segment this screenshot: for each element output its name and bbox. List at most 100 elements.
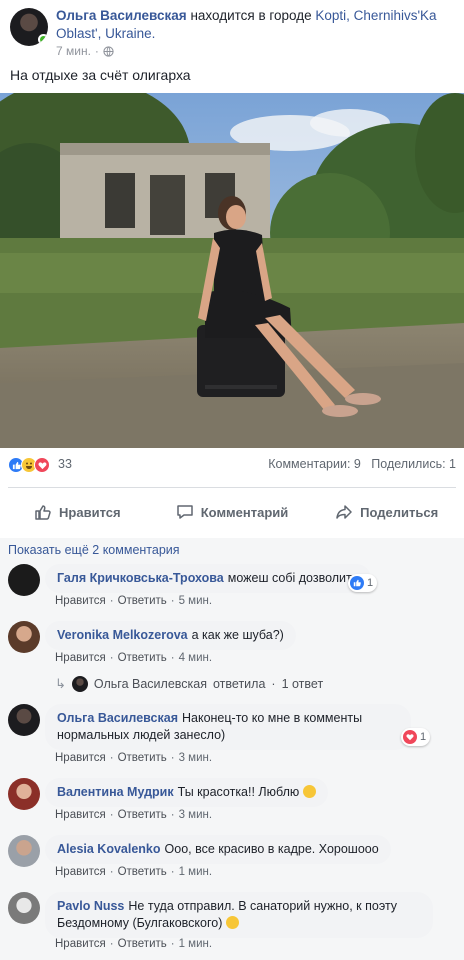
meta-separator: ·	[109, 752, 114, 764]
replies-summary[interactable]: ↳ Ольга Василевская ответила · 1 ответ	[55, 676, 323, 692]
meta-separator: ·	[170, 652, 175, 664]
meta-separator: ·	[109, 938, 114, 950]
share-button-label: Поделиться	[360, 504, 439, 520]
commenter-avatar[interactable]	[8, 835, 40, 867]
commenter-name[interactable]: Alesia Kovalenko	[57, 842, 161, 856]
comment-like-link[interactable]: Нравится	[55, 752, 106, 764]
commenter-avatar[interactable]	[8, 892, 40, 924]
comment-reactions[interactable]: 1	[401, 728, 431, 746]
reply-count: 1 ответ	[281, 677, 324, 691]
comment-meta: Нравится · Ответить · 5 мин.	[55, 595, 212, 607]
reactions-count[interactable]: 33	[58, 457, 72, 471]
comment-reaction-count: 1	[367, 577, 374, 589]
comment-reaction-count: 1	[420, 731, 427, 743]
comment-like-link[interactable]: Нравится	[55, 866, 106, 878]
commenter-name[interactable]: Валентина Мудрик	[57, 785, 174, 799]
commenter-avatar[interactable]	[8, 704, 40, 736]
comment-meta: Нравится · Ответить · 3 мин.	[55, 752, 212, 764]
comment-meta: Нравится · Ответить · 4 мин.	[55, 652, 212, 664]
commenter-name[interactable]: Ольга Василевская	[57, 711, 178, 725]
meta-separator: ·	[170, 595, 175, 607]
comment-like-link[interactable]: Нравится	[55, 652, 106, 664]
like-button-label: Нравится	[59, 504, 121, 520]
post-photo[interactable]	[0, 93, 464, 448]
comment-time[interactable]: 3 мин.	[179, 752, 212, 764]
comment-text: а как же шуба?)	[191, 628, 284, 642]
meta-separator: ·	[109, 595, 114, 607]
comment-bubble-icon	[176, 505, 193, 519]
smile-emoji-icon	[225, 916, 239, 929]
commenter-name[interactable]: Veronika Melkozerova	[57, 628, 188, 642]
kiss-emoji-icon	[302, 785, 316, 798]
comment-reply-link[interactable]: Ответить	[118, 809, 167, 821]
comment-button-label: Комментарий	[200, 504, 289, 520]
post-meta: 7 мин. ·	[56, 44, 114, 58]
meta-separator: ·	[109, 652, 114, 664]
reaction-summary[interactable]	[8, 457, 50, 473]
comment-bubble: Валентина Мудрик Ты красотка!! Люблю	[45, 778, 328, 807]
online-indicator	[38, 34, 48, 45]
comment-time[interactable]: 1 мин.	[179, 938, 212, 950]
comment-like-link[interactable]: Нравится	[55, 809, 106, 821]
divider	[8, 487, 456, 488]
comment-reactions[interactable]: 1	[348, 574, 378, 592]
author-name-link[interactable]: Ольга Василевская	[56, 8, 187, 23]
post-time[interactable]: 7 мин.	[56, 44, 91, 58]
commenter-avatar[interactable]	[8, 621, 40, 653]
comments-section: Показать ещё 2 комментария Галя Кричковс…	[0, 538, 464, 960]
comment-time[interactable]: 5 мин.	[179, 595, 212, 607]
comment-bubble: Pavlo Nuss Не туда отправил. В санаторий …	[45, 892, 433, 938]
meta-separator: ·	[271, 677, 276, 691]
comment-bubble: Ольга Василевская Наконец-то ко мне в ком…	[45, 704, 411, 750]
comment-text: можеш собі дозволити	[227, 571, 359, 585]
meta-separator: ·	[109, 809, 114, 821]
author-avatar[interactable]	[10, 8, 48, 46]
meta-separator: ·	[94, 44, 99, 58]
comment-like-link[interactable]: Нравится	[55, 595, 106, 607]
reply-author: Ольга Василевская	[93, 677, 207, 691]
comment-button[interactable]: Комментарий	[155, 495, 310, 529]
comment-bubble: Veronika Melkozerova а как же шуба?)	[45, 621, 296, 650]
comment-meta: Нравится · Ответить · 3 мин.	[55, 809, 212, 821]
like-button[interactable]: Нравится	[0, 495, 155, 529]
globe-icon[interactable]	[103, 45, 114, 57]
comment-time[interactable]: 1 мин.	[179, 866, 212, 878]
comments-count-link[interactable]: Комментарии: 9	[268, 457, 361, 471]
comment-reply-link[interactable]: Ответить	[118, 938, 167, 950]
thumbs-up-icon	[35, 505, 51, 520]
like-reaction-icon	[350, 576, 364, 590]
photo-illustration	[0, 93, 464, 448]
post-text: На отдыхе за счёт олигарха	[10, 67, 191, 83]
comment-bubble: Alesia Kovalenko Ооо, все красиво в кадре…	[45, 835, 391, 864]
comment-text: Ооо, все красиво в кадре. Хорошооо	[164, 842, 379, 856]
location-prefix: находится в городе	[190, 8, 312, 23]
post-header-text: Ольга Василевская находится в городе Kop…	[56, 7, 456, 43]
share-button[interactable]: Поделиться	[309, 495, 464, 529]
show-more-comments-link[interactable]: Показать ещё 2 комментария	[8, 543, 180, 557]
comment-like-link[interactable]: Нравится	[55, 938, 106, 950]
reply-arrow-icon: ↳	[55, 676, 66, 691]
share-arrow-icon	[336, 505, 352, 519]
comment-reply-link[interactable]: Ответить	[118, 595, 167, 607]
meta-separator: ·	[109, 866, 114, 878]
reactions-bar: 33 Комментарии: 9 Поделились: 1	[0, 452, 464, 478]
commenter-name[interactable]: Галя Кричковська-Трохова	[57, 571, 224, 585]
commenter-avatar[interactable]	[8, 778, 40, 810]
post-stats: Комментарии: 9 Поделились: 1	[268, 457, 456, 471]
shares-count-link[interactable]: Поделились: 1	[371, 457, 456, 471]
comment-time[interactable]: 3 мин.	[179, 809, 212, 821]
meta-separator: ·	[170, 752, 175, 764]
comment-text: Ты красотка!! Люблю	[177, 785, 300, 799]
meta-separator: ·	[170, 866, 175, 878]
commenter-avatar[interactable]	[8, 564, 40, 596]
meta-separator: ·	[170, 809, 175, 821]
comment-bubble: Галя Кричковська-Трохова можеш собі дозво…	[45, 564, 371, 593]
comment-reply-link[interactable]: Ответить	[118, 752, 167, 764]
love-reaction-icon	[34, 457, 50, 473]
comment-meta: Нравится · Ответить · 1 мин.	[55, 938, 212, 950]
commenter-name[interactable]: Pavlo Nuss	[57, 899, 124, 913]
post-actions: Нравится Комментарий Поделиться	[0, 495, 464, 529]
comment-reply-link[interactable]: Ответить	[118, 866, 167, 878]
comment-reply-link[interactable]: Ответить	[118, 652, 167, 664]
comment-time[interactable]: 4 мин.	[179, 652, 212, 664]
